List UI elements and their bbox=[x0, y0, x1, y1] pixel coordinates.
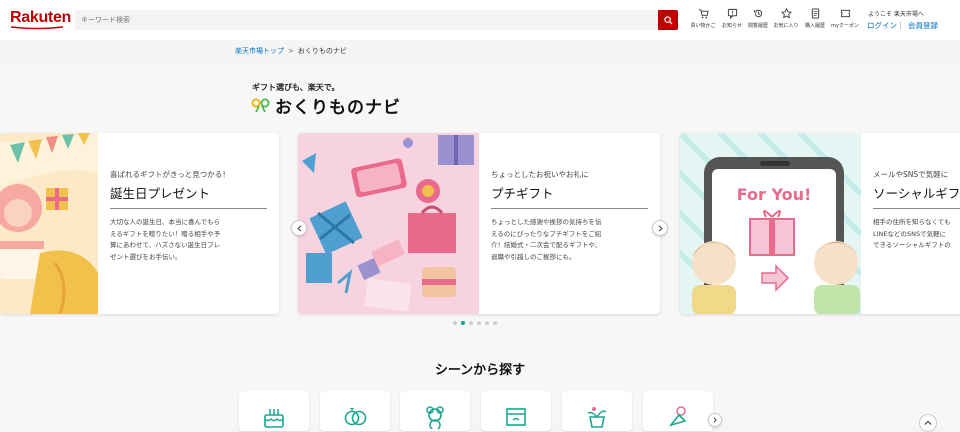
card-desc-line: できるソーシャルギフトの bbox=[873, 241, 951, 249]
welcome-text: ようこそ 楽天市場へ bbox=[868, 11, 924, 18]
pagination-dot-active[interactable] bbox=[461, 321, 465, 325]
nav-cart-label: 買い物かご bbox=[690, 23, 716, 29]
scene-card-birthday[interactable] bbox=[239, 391, 309, 431]
rakuten-logo[interactable]: Rakuten bbox=[10, 9, 71, 27]
card-divider bbox=[873, 208, 960, 209]
back-to-top-button[interactable] bbox=[919, 414, 937, 432]
card-desc-line: 大切な人の誕生日、本当に喜んでもら bbox=[110, 218, 221, 226]
bear-icon bbox=[426, 406, 444, 429]
coupon-icon bbox=[840, 9, 850, 18]
carousel-prev-button[interactable] bbox=[291, 220, 307, 236]
nav-coupons[interactable]: myクーポン bbox=[829, 8, 861, 34]
star-icon bbox=[780, 8, 792, 19]
history-icon bbox=[753, 9, 762, 18]
search-button[interactable] bbox=[658, 10, 678, 30]
card-kicker: ちょっとしたお祝いやお礼に bbox=[491, 170, 589, 179]
pagination-dot[interactable] bbox=[477, 321, 481, 325]
header-divider bbox=[900, 21, 901, 29]
notification-icon bbox=[727, 8, 737, 19]
receipt-icon bbox=[811, 8, 819, 19]
nav-favorites-label: お気に入り bbox=[773, 23, 799, 29]
card-description: 相手の住所を知らなくても LINEなどのSNSで気軽に できるソーシャルギフトの bbox=[873, 217, 960, 252]
petit-gift-illustration bbox=[298, 133, 479, 314]
logo-swoosh-icon bbox=[11, 26, 63, 30]
card-divider bbox=[491, 208, 648, 209]
card-desc-line: えるのにぴったりなプチギフトをご紹 bbox=[491, 229, 602, 238]
card-desc-line: 算にあわせて、ハズさない誕生日プレ bbox=[110, 241, 221, 249]
card-kicker: 喜ばれるギフトがきっと見つかる！ bbox=[110, 170, 230, 179]
scene-card-flowers[interactable] bbox=[643, 391, 713, 431]
nav-purchases-label: 購入履歴 bbox=[804, 23, 825, 29]
nav-purchases[interactable]: 購入履歴 bbox=[800, 8, 830, 34]
card-desc-line: LINEなどのSNSで気軽に bbox=[873, 229, 947, 238]
card-kicker: メールやSNSで気軽に bbox=[873, 170, 949, 179]
card-desc-line: えるギフトを贈りたい！贈る相手や予 bbox=[110, 229, 221, 238]
scene-card-thanks[interactable] bbox=[481, 391, 551, 431]
bouquet-icon bbox=[668, 406, 687, 427]
card-title: ソーシャルギフト bbox=[873, 186, 960, 201]
scene-card-celebration[interactable] bbox=[562, 391, 632, 431]
carousel-pagination bbox=[453, 321, 497, 325]
card-description: 大切な人の誕生日、本当に喜んでもら えるギフトを贈りたい！贈る相手や予 算にあわ… bbox=[110, 217, 270, 263]
breadcrumb-current: おくりものナビ bbox=[297, 47, 347, 55]
card-desc-line: ちょっとした感謝や挨拶の気持ちを伝 bbox=[491, 218, 602, 226]
card-desc-line: 相手の住所を知らなくても bbox=[873, 218, 951, 226]
nav-coupons-label: myクーポン bbox=[831, 23, 859, 29]
card-title: プチギフト bbox=[491, 186, 554, 201]
card-description: ちょっとした感謝や挨拶の気持ちを伝 えるのにぴったりなプチギフトをご紹 介！結婚… bbox=[491, 217, 656, 263]
chevron-right-icon bbox=[658, 224, 663, 232]
card-desc-line: 介！結婚式・二次会で配るギフトや、 bbox=[491, 241, 602, 249]
card-desc-line: ゼント選びをお手伝い。 bbox=[110, 252, 182, 261]
ribbon-logo-icon bbox=[251, 98, 270, 113]
carousel-card-petit-gift[interactable]: ちょっとしたお祝いやお礼に プチギフト ちょっとした感謝や挨拶の気持ちを伝 える… bbox=[298, 133, 660, 314]
for-you-text: For You! bbox=[737, 185, 812, 204]
chevron-right-icon bbox=[713, 417, 717, 423]
register-link[interactable]: 会員登録 bbox=[908, 20, 938, 31]
search-input[interactable] bbox=[75, 10, 658, 30]
pagination-dot[interactable] bbox=[485, 321, 489, 325]
global-header: Rakuten 買い物かご お知らせ 閲覧履歴 お気に入り 購入履歴 myクーポ… bbox=[0, 0, 960, 40]
envelope-icon bbox=[506, 408, 526, 426]
nav-history-label: 閲覧履歴 bbox=[747, 23, 768, 29]
cake-icon bbox=[264, 409, 284, 428]
carousel-card-social-gift[interactable]: For You! メールやSNSで気軽に ソーシャルギフト 相手の住所を知らなく… bbox=[680, 133, 960, 314]
login-link[interactable]: ログイン bbox=[867, 20, 897, 31]
card-desc-line: 退職や引越しのご挨拶にも。 bbox=[491, 252, 576, 261]
carousel-card-birthday[interactable]: 喜ばれるギフトがきっと見つかる！ 誕生日プレゼント 大切な人の誕生日、本当に喜ん… bbox=[0, 133, 279, 314]
section-title-scenes: シーンから探す bbox=[434, 363, 526, 378]
scene-card-wedding[interactable] bbox=[320, 391, 390, 431]
breadcrumb-separator: > bbox=[288, 47, 294, 55]
nav-cart[interactable]: 買い物かご bbox=[688, 8, 718, 34]
scene-card-baby[interactable] bbox=[400, 391, 470, 431]
scenes-next-button[interactable] bbox=[708, 413, 722, 427]
search-icon bbox=[663, 15, 673, 25]
pagination-dot[interactable] bbox=[453, 321, 457, 325]
chevron-left-icon bbox=[296, 224, 301, 232]
card-title: 誕生日プレゼント bbox=[110, 186, 211, 201]
nav-history[interactable]: 閲覧履歴 bbox=[743, 8, 773, 34]
pagination-dot[interactable] bbox=[469, 321, 473, 325]
rings-icon bbox=[344, 408, 367, 426]
card-divider bbox=[110, 208, 267, 209]
pagination-dot[interactable] bbox=[493, 321, 497, 325]
social-gift-illustration: For You! bbox=[680, 133, 861, 314]
breadcrumb: 楽天市場トップ > おくりものナビ bbox=[235, 46, 347, 56]
nav-favorites[interactable]: お気に入り bbox=[771, 8, 801, 34]
birthday-illustration bbox=[0, 133, 98, 314]
plant-icon bbox=[587, 407, 607, 428]
cart-icon bbox=[698, 9, 709, 19]
brand-title: おくりものナビ bbox=[275, 98, 401, 118]
breadcrumb-home-link[interactable]: 楽天市場トップ bbox=[235, 47, 284, 55]
brand-subtitle: ギフト選びも、楽天で。 bbox=[252, 83, 340, 92]
nav-notifications-label: お知らせ bbox=[722, 23, 742, 29]
search-bar bbox=[75, 10, 678, 30]
carousel-next-button[interactable] bbox=[652, 220, 668, 236]
